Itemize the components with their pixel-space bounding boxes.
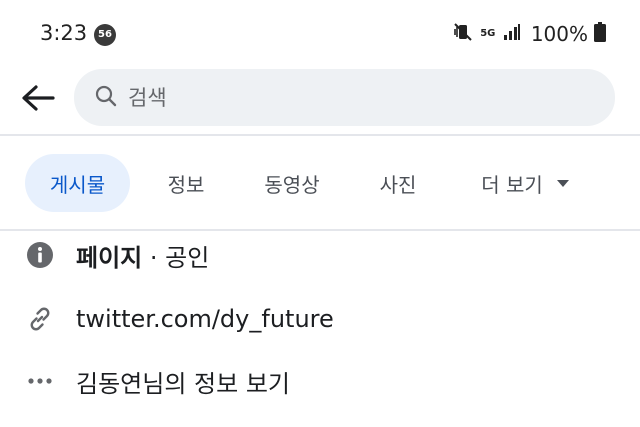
vibrate-mute-icon [453, 22, 473, 46]
search-icon [94, 84, 118, 112]
page-category-text: 페이지 · 공인 [76, 238, 209, 273]
more-info-row[interactable]: 김동연님의 정보 보기 [0, 356, 640, 406]
search-header [0, 66, 640, 132]
status-time: 3:23 [40, 21, 88, 45]
tab-label: 동영상 [264, 172, 320, 197]
page-category: 공인 [165, 243, 210, 272]
back-button[interactable] [18, 78, 58, 118]
battery-percent: 100% [530, 22, 588, 46]
caret-down-icon [556, 179, 569, 187]
tab-photos[interactable]: 사진 [362, 154, 434, 212]
see-more-info-link[interactable]: 김동연님의 정보 보기 [76, 364, 290, 399]
tab-label: 더 보기 [481, 172, 543, 197]
back-arrow-icon [22, 85, 55, 111]
notification-count-badge: 56 [94, 24, 116, 46]
search-input[interactable] [128, 85, 568, 110]
status-bar: 3:23 56 5G 100% [0, 0, 640, 66]
battery-icon [594, 22, 606, 46]
info-icon [26, 241, 54, 269]
tab-posts[interactable]: 게시물 [25, 154, 130, 212]
tab-label: 게시물 [49, 172, 106, 197]
more-dots-icon [26, 367, 54, 395]
profile-tabs: 게시물 정보 동영상 사진 더 보기 [0, 154, 640, 214]
tab-more[interactable]: 더 보기 [460, 154, 590, 212]
search-bar[interactable] [74, 69, 615, 126]
page-label: 페이지 [76, 243, 143, 272]
tab-label: 사진 [379, 172, 417, 197]
tab-about[interactable]: 정보 [150, 154, 222, 212]
website-link[interactable]: twitter.com/dy_future [76, 305, 334, 333]
link-icon [26, 305, 54, 333]
network-type-label: 5G [480, 28, 496, 39]
tab-videos[interactable]: 동영상 [245, 154, 339, 212]
page-category-row: 페이지 · 공인 [0, 230, 640, 280]
website-link-row[interactable]: twitter.com/dy_future [0, 294, 640, 344]
tab-label: 정보 [167, 172, 205, 197]
separator: · [149, 243, 166, 272]
signal-icon [503, 23, 521, 45]
status-icons: 5G 100% [453, 22, 606, 46]
header-divider [0, 134, 640, 136]
